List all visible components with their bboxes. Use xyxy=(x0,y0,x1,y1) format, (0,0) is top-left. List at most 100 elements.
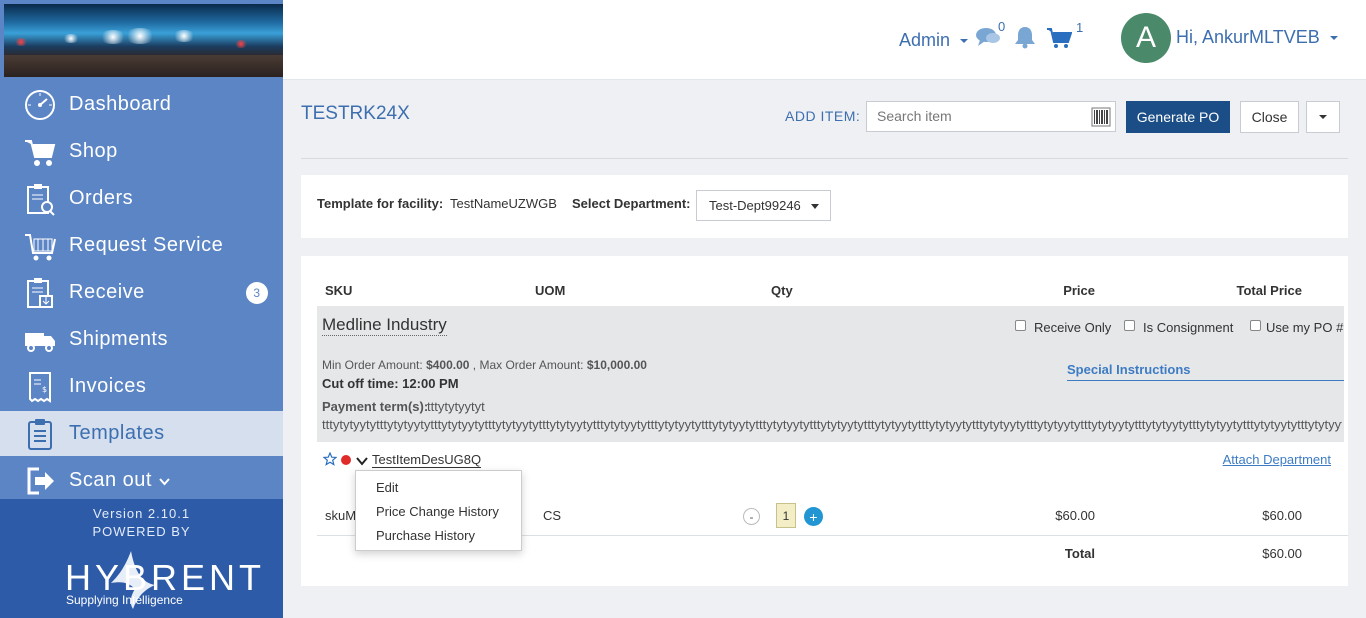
attach-department-link[interactable]: Attach Department xyxy=(1223,452,1331,467)
total-value: $60.00 xyxy=(1262,546,1302,561)
facility-label: Template for facility: xyxy=(317,196,444,211)
templates-icon xyxy=(23,417,57,451)
bell-icon[interactable] xyxy=(1014,25,1036,54)
menu-item-edit[interactable]: Edit xyxy=(376,480,398,495)
cart-icon xyxy=(23,135,57,169)
sidebar-item-request-service[interactable]: Request Service xyxy=(0,223,283,268)
add-item-label: ADD ITEM: xyxy=(785,108,861,124)
sidebar: Dashboard Shop Orders Request Service Re… xyxy=(0,0,283,618)
checkbox-box[interactable] xyxy=(1015,320,1026,331)
is-consignment-checkbox[interactable]: Is Consignment xyxy=(1124,320,1233,335)
sidebar-item-label: Receive xyxy=(69,281,145,303)
price-cell: $60.00 xyxy=(1055,508,1095,523)
sidebar-item-scan-out[interactable]: Scan out xyxy=(0,458,283,503)
vendor-section: Medline Industry Receive Only Is Consign… xyxy=(317,306,1344,442)
department-select[interactable]: Test-Dept99246 xyxy=(696,190,831,221)
payment-terms-label: Payment term(s): xyxy=(322,399,429,414)
max-order-label: Max Order Amount: xyxy=(479,358,584,372)
sidebar-footer: Version 2.10.1 POWERED BY HYBRENT Supply… xyxy=(0,499,283,618)
sidebar-item-receive[interactable]: Receive 3 xyxy=(0,270,283,315)
receive-only-checkbox[interactable]: Receive Only xyxy=(1015,320,1111,335)
item-description[interactable]: TestItemDesUG8Q xyxy=(372,452,482,468)
menu-item-purchase-history[interactable]: Purchase History xyxy=(376,528,475,543)
banner-image xyxy=(4,4,283,77)
total-price-cell: $60.00 xyxy=(1262,508,1302,523)
cart-icon[interactable] xyxy=(1046,27,1073,54)
top-header: Admin 0 1 A Hi, AnkurMLTVEB xyxy=(283,0,1366,80)
sidebar-item-label: Dashboard xyxy=(69,93,172,115)
sidebar-item-dashboard[interactable]: Dashboard xyxy=(0,82,283,127)
order-amount-info: Min Order Amount: $400.00 , Max Order Am… xyxy=(322,358,647,372)
page-title: TESTRK24X xyxy=(301,103,410,124)
column-header-total-price: Total Price xyxy=(1236,283,1302,298)
receive-count-badge: 3 xyxy=(246,282,268,304)
generate-po-button[interactable]: Generate PO xyxy=(1126,101,1230,133)
facility-value: TestNameUZWGB xyxy=(450,196,557,211)
use-my-po-label: Use my PO # xyxy=(1266,320,1344,335)
menu-item-price-change-history[interactable]: Price Change History xyxy=(376,504,499,519)
sidebar-item-label: Scan out xyxy=(69,469,152,491)
svg-text:$: $ xyxy=(42,385,48,394)
caret-down-icon xyxy=(960,39,969,44)
cutoff-label: Cut off time: xyxy=(322,376,399,391)
sidebar-item-label: Orders xyxy=(69,187,134,209)
sidebar-item-label: Templates xyxy=(69,422,165,444)
receive-icon xyxy=(23,276,57,310)
checkbox-box[interactable] xyxy=(1124,320,1135,331)
payment-terms-value: tttytytyytyt xyxy=(427,399,485,414)
facility-panel: Template for facility: TestNameUZWGB Sel… xyxy=(301,175,1348,238)
user-menu[interactable]: Hi, AnkurMLTVEB xyxy=(1176,27,1339,48)
sidebar-item-orders[interactable]: Orders xyxy=(0,176,283,221)
uom-cell: CS xyxy=(543,508,562,523)
min-order-value: $400.00 xyxy=(426,358,470,372)
special-instructions-link[interactable]: Special Instructions xyxy=(1067,362,1344,381)
more-options-button[interactable] xyxy=(1306,101,1340,133)
barcode-icon[interactable] xyxy=(1091,107,1111,127)
sidebar-item-templates[interactable]: Templates xyxy=(0,411,283,456)
divider xyxy=(301,158,1348,159)
admin-menu[interactable]: Admin xyxy=(899,30,969,51)
caret-down-icon xyxy=(1319,115,1327,119)
qty-decrement-button[interactable]: - xyxy=(743,508,760,525)
cutoff-time: Cut off time: 12:00 PM xyxy=(322,376,459,391)
search-item-field[interactable] xyxy=(866,101,1116,132)
separator: , xyxy=(469,358,480,372)
orders-icon xyxy=(23,182,57,216)
payment-terms-continued: tttytytyytytttytytyytytttytytyytytttytyt… xyxy=(322,417,1342,432)
brand-tagline: Supplying Intelligence xyxy=(66,593,183,607)
star-icon[interactable] xyxy=(322,451,338,471)
sidebar-item-invoices[interactable]: $ Invoices xyxy=(0,364,283,409)
checkbox-box[interactable] xyxy=(1250,320,1261,331)
avatar[interactable]: A xyxy=(1121,13,1171,63)
department-value: Test-Dept99246 xyxy=(709,198,801,213)
sidebar-item-shop[interactable]: Shop xyxy=(0,129,283,174)
cart-count: 1 xyxy=(1076,20,1084,35)
sidebar-item-shipments[interactable]: Shipments xyxy=(0,317,283,362)
status-dot-icon xyxy=(341,455,351,465)
min-order-label: Min Order Amount: xyxy=(322,358,423,372)
qty-input[interactable]: 1 xyxy=(776,503,796,528)
use-my-po-checkbox[interactable]: Use my PO # xyxy=(1250,320,1343,335)
user-greeting: Hi, AnkurMLTVEB xyxy=(1176,27,1320,47)
sidebar-item-label: Shop xyxy=(69,140,118,162)
caret-down-icon xyxy=(811,204,819,209)
chevron-down-icon xyxy=(159,469,170,492)
cutoff-value: 12:00 PM xyxy=(402,376,459,391)
item-context-menu: Edit Price Change History Purchase Histo… xyxy=(355,470,522,551)
chevron-down-icon[interactable] xyxy=(356,453,368,471)
sidebar-item-label: Invoices xyxy=(69,375,147,397)
vendor-name[interactable]: Medline Industry xyxy=(322,315,447,336)
search-input[interactable] xyxy=(877,108,1077,124)
admin-label: Admin xyxy=(899,30,951,50)
sidebar-item-label: Request Service xyxy=(69,234,224,256)
receive-only-label: Receive Only xyxy=(1034,320,1112,335)
column-header-uom: UOM xyxy=(535,283,566,298)
invoice-icon: $ xyxy=(23,370,57,404)
column-header-price: Price xyxy=(1063,283,1095,298)
close-button[interactable]: Close xyxy=(1240,101,1299,133)
sku-cell: skuM xyxy=(325,508,357,523)
total-label: Total xyxy=(1064,546,1095,561)
caret-down-icon xyxy=(1329,36,1338,41)
qty-increment-button[interactable]: + xyxy=(804,507,823,526)
truck-icon xyxy=(23,323,57,357)
